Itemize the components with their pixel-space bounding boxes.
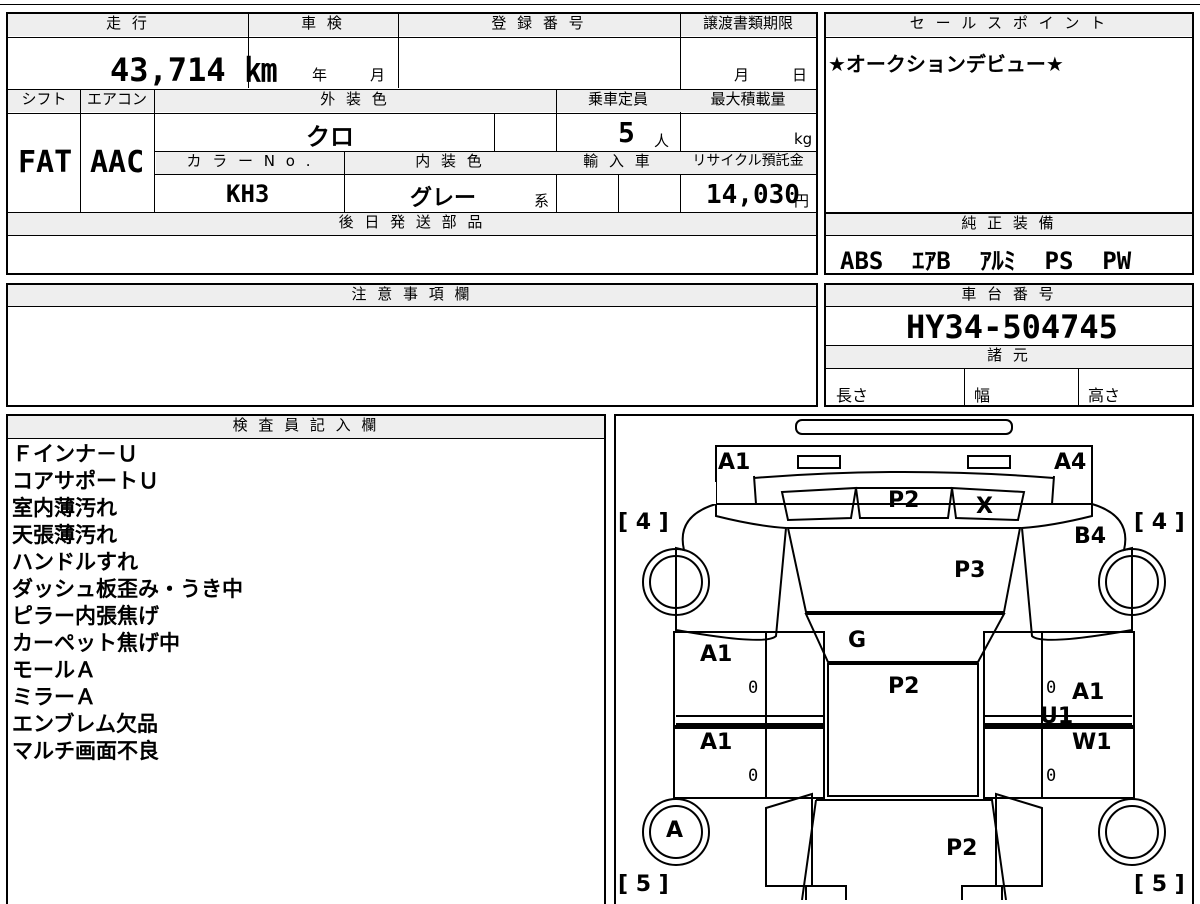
fender-left — [675, 502, 788, 641]
mark-door-front-right-2: U1 — [1040, 704, 1074, 729]
zero-mark: 0 — [748, 766, 759, 786]
max-load-unit: kg — [794, 130, 813, 148]
exterior-color-label: 外 装 色 — [154, 90, 556, 112]
inspector-list: Ｆインナ－Ｕ コアサポートＵ 室内薄汚れ天張薄汚れハンドルすれダッシュ板歪み・うき中… — [12, 441, 243, 765]
genuine-equipment-text: ABS ｴｱB ｱﾙﾐ PS PW — [840, 247, 1132, 275]
recycle-unit: 円 — [794, 192, 810, 210]
recycle-label: リサイクル預託金 — [680, 152, 816, 174]
genuine-equipment-label: 純 正 装 備 — [826, 214, 1192, 235]
mark-roof: P2 — [888, 674, 920, 699]
tire-rear-right: [ 5 ] — [1134, 872, 1185, 897]
mark-door-rear-right: W1 — [1072, 730, 1112, 755]
inspector-item: ハンドルすれ — [12, 550, 138, 574]
shift-label: シフト — [8, 90, 80, 112]
tire-front-left: [ 4 ] — [618, 510, 669, 535]
capacity-unit: 人 — [654, 132, 670, 150]
mark-wheel-rear-left: A — [666, 818, 684, 843]
inspector-item: コアサポートＵ — [12, 469, 159, 493]
aircon-value: AAC — [90, 145, 145, 180]
interior-color-suffix: 系 — [534, 192, 550, 210]
mileage-value: 43,714 ㎞ — [110, 51, 277, 89]
shift-value: FAT — [18, 145, 73, 180]
mark-door-front-left: A1 — [700, 642, 733, 667]
width-label: 幅 — [974, 386, 991, 405]
tire-rear-left: [ 5 ] — [618, 872, 669, 897]
zero-mark: 0 — [748, 678, 759, 698]
inspector-item: カーペット焦げ中 — [12, 631, 180, 655]
transfer-label: 譲渡書類期限 — [680, 14, 816, 36]
import-label: 輸 入 車 — [556, 152, 680, 174]
sales-point-box — [824, 12, 1194, 214]
mark-front-left: A1 — [718, 450, 751, 475]
max-load-label: 最大積載量 — [680, 90, 816, 112]
inspector-item: ミラーＡ — [12, 685, 96, 709]
inspector-item: モールＡ — [12, 658, 96, 682]
headlight-right — [967, 455, 1011, 469]
chassis-number: HY34-504745 — [906, 308, 1118, 346]
color-no-label: カ ラ ー N o . — [156, 152, 344, 174]
mark-trunk: P2 — [946, 836, 978, 861]
inspector-item: エンブレム欠品 — [12, 712, 158, 736]
inspector-label: 検 査 員 記 入 欄 — [8, 416, 604, 438]
interior-color-label: 内 装 色 — [344, 152, 556, 174]
inspection-month-unit: 月 — [370, 66, 386, 84]
notes-label: 注 意 事 項 欄 — [8, 285, 816, 306]
mark-door-front-right: A1 — [1072, 680, 1105, 705]
chassis-label: 車 台 番 号 — [826, 285, 1192, 306]
headlight-left — [797, 455, 841, 469]
inspection-label: 車 検 — [248, 14, 398, 36]
sales-point-text: ★オークションデビュー★ — [828, 52, 1064, 76]
wheel-rear-right — [1098, 798, 1166, 866]
height-label: 高さ — [1088, 386, 1121, 405]
front-bumper — [795, 419, 1013, 435]
mark-bonnet: P2 — [888, 488, 920, 513]
windshield — [804, 613, 1006, 663]
transfer-day-unit: 日 — [792, 66, 808, 84]
sales-point-label: セ ー ル ス ポ イ ン ト — [826, 14, 1192, 36]
transfer-month-unit: 月 — [734, 66, 750, 84]
mark-front-right: A4 — [1054, 450, 1087, 475]
top-cut-line — [0, 4, 1200, 5]
inspector-item: 天張薄汚れ — [12, 523, 117, 547]
mark-fender-right: B4 — [1074, 524, 1107, 549]
tire-front-right: [ 4 ] — [1134, 510, 1185, 535]
inspector-item: マルチ画面不良 — [12, 739, 159, 763]
later-parts-label: 後 日 発 送 部 品 — [8, 213, 816, 235]
aircon-label: エアコン — [80, 90, 154, 112]
mark-windshield: G — [848, 628, 867, 653]
inspector-item: 室内薄汚れ — [12, 496, 117, 520]
specs-label: 諸 元 — [826, 346, 1192, 368]
inspector-item: Ｆインナ－Ｕ — [12, 442, 138, 466]
inspection-year-unit: 年 — [312, 66, 328, 84]
mark-roof-front: P3 — [954, 558, 986, 583]
interior-color-value: グレー — [410, 186, 477, 211]
registration-label: 登 録 番 号 — [398, 14, 680, 36]
mark-bonnet-x: X — [976, 494, 993, 519]
mileage-label: 走 行 — [8, 14, 248, 36]
exterior-color-value: クロ — [306, 123, 354, 151]
zero-mark: 0 — [1046, 766, 1057, 786]
inspector-item: ダッシュ板歪み・うき中 — [12, 577, 243, 601]
capacity-value: 5 — [618, 116, 635, 149]
door-rear-left — [673, 727, 825, 799]
capacity-label: 乗車定員 — [556, 90, 680, 112]
color-no-value: KH3 — [226, 180, 270, 208]
mark-door-rear-left: A1 — [700, 730, 733, 755]
inspector-item: ピラー内張焦げ — [12, 604, 159, 628]
length-label: 長さ — [836, 386, 869, 405]
zero-mark: 0 — [1046, 678, 1057, 698]
recycle-value: 14,030 — [706, 180, 800, 210]
